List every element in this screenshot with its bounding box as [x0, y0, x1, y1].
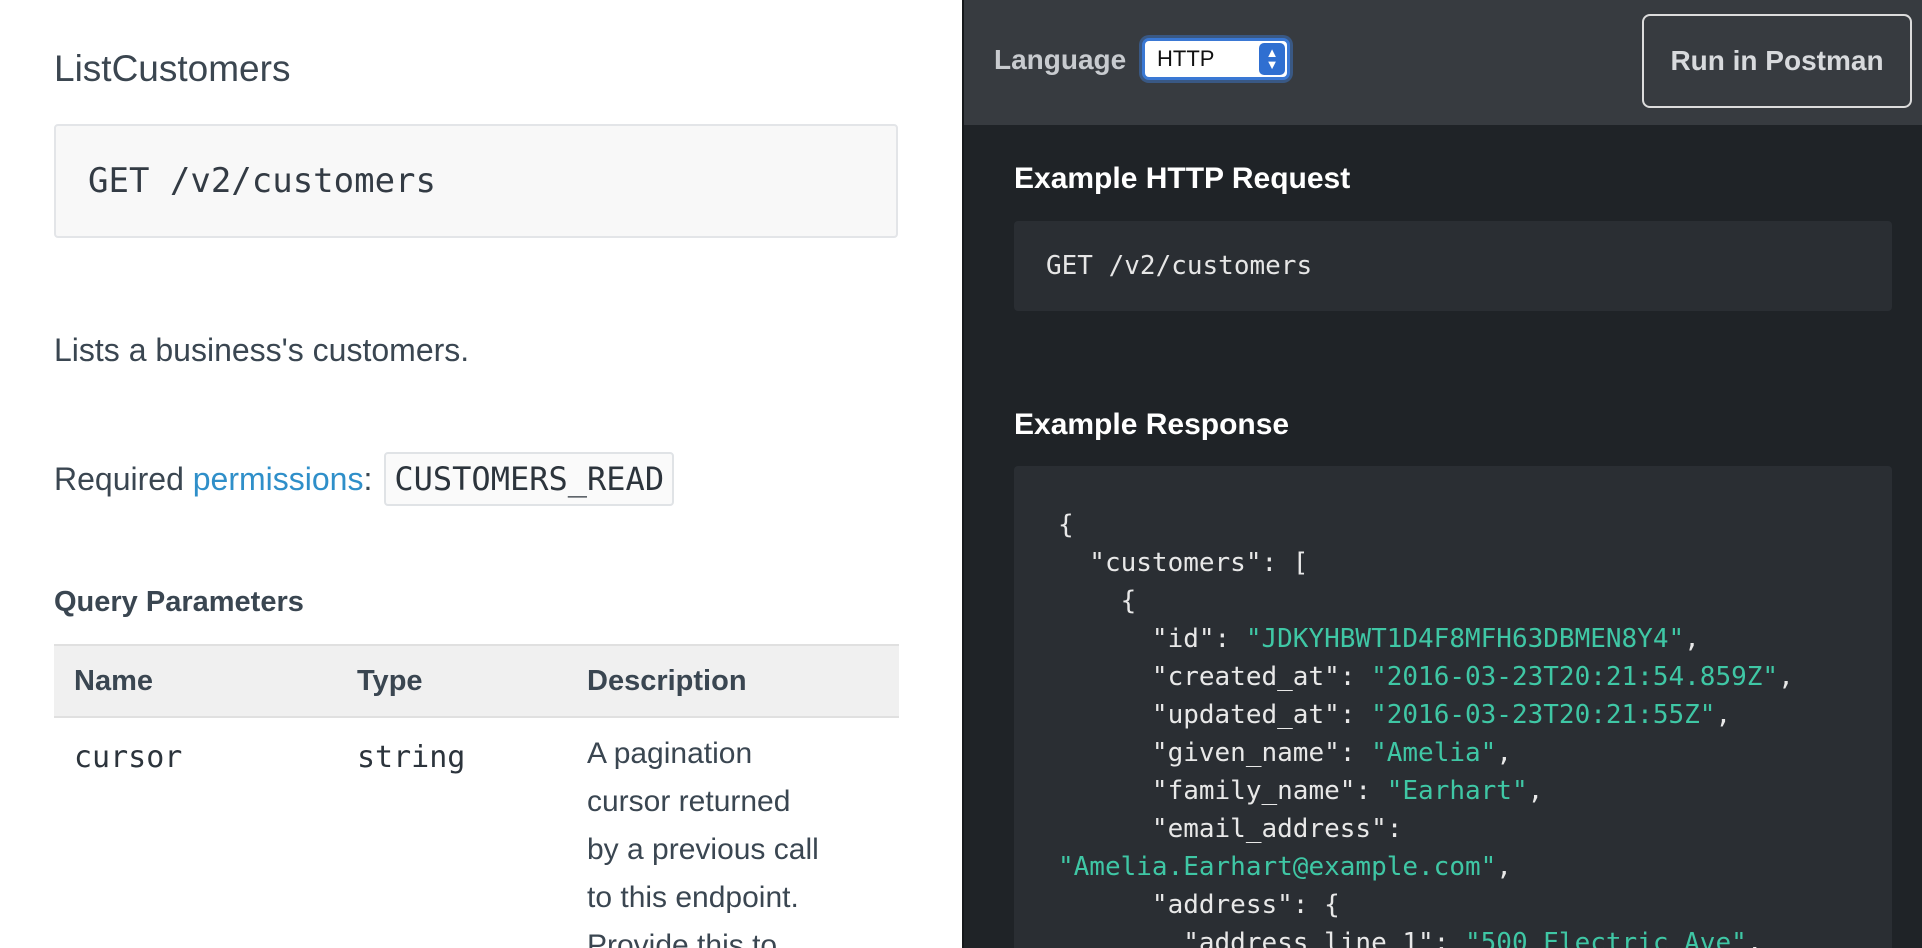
code-key: { — [1058, 586, 1137, 616]
run-in-postman-button[interactable]: Run in Postman — [1642, 14, 1912, 108]
code-line: { — [1058, 506, 1794, 544]
language-label: Language — [994, 44, 1127, 75]
param-description-line: to this endpoint. — [587, 881, 799, 914]
code-key: "address_line_1": — [1058, 928, 1465, 948]
permissions-line: Required permissions : CUSTOMERS_READ — [54, 452, 675, 506]
code-punct: , — [1496, 738, 1512, 768]
endpoint-signature: GET /v2/customers — [88, 161, 436, 201]
code-line: "customers": [ — [1058, 544, 1794, 582]
code-string: "2016-03-23T20:21:54.859Z" — [1371, 662, 1779, 692]
code-punct: , — [1527, 776, 1544, 806]
permissions-link[interactable]: permissions — [193, 461, 364, 498]
examples-toolbar: Language HTTP ▲ ▼ Run in Postman — [964, 0, 1922, 125]
param-description: A pagination cursor returned by a previo… — [567, 717, 899, 948]
example-response-code: { "customers": [ { "id": "JDKYHBWT1D4F8M… — [1058, 506, 1794, 948]
query-parameters-table: Name Type Description cursor string A pa… — [54, 644, 899, 948]
code-line: "id": "JDKYHBWT1D4F8MFH63DBMEN8Y4", — [1058, 620, 1794, 658]
code-string: "2016-03-23T20:21:55Z" — [1371, 700, 1716, 730]
endpoint-signature-box: GET /v2/customers — [54, 124, 898, 238]
code-key: "updated_at": — [1058, 700, 1372, 730]
code-line: "email_address": — [1058, 810, 1794, 848]
column-header-type: Type — [337, 644, 567, 718]
code-line: "address": { — [1058, 886, 1794, 924]
permission-code: CUSTOMERS_READ — [384, 452, 675, 506]
code-punct: , — [1496, 852, 1512, 882]
code-line: "family_name": "Earhart", — [1058, 772, 1794, 810]
example-request-title: Example HTTP Request — [1014, 162, 1351, 195]
example-request-code: GET /v2/customers — [1046, 251, 1313, 281]
examples-pane: Language HTTP ▲ ▼ Run in Postman Example… — [962, 0, 1922, 948]
chevron-down-icon: ▼ — [1265, 57, 1279, 72]
code-line: "created_at": "2016-03-23T20:21:54.859Z"… — [1058, 658, 1794, 696]
language-select[interactable]: HTTP ▲ ▼ — [1142, 38, 1290, 80]
code-line: { — [1058, 582, 1794, 620]
param-type: string — [357, 740, 466, 775]
code-key: "given_name": — [1058, 738, 1372, 768]
code-punct: , — [1684, 624, 1700, 654]
code-string: "JDKYHBWT1D4F8MFH63DBMEN8Y4" — [1245, 624, 1685, 654]
code-line: "given_name": "Amelia", — [1058, 734, 1794, 772]
permissions-colon: : — [363, 460, 373, 497]
code-key: { — [1058, 510, 1074, 540]
code-key: "address": { — [1058, 890, 1340, 920]
param-description-line: A pagination — [587, 737, 753, 770]
code-line: "updated_at": "2016-03-23T20:21:55Z", — [1058, 696, 1794, 734]
code-string: "500 Electric Ave" — [1465, 928, 1747, 948]
table-row: cursor string A pagination cursor return… — [54, 717, 899, 948]
param-description-line: Provide this to — [587, 929, 778, 948]
code-line: "Amelia.Earhart@example.com", — [1058, 848, 1794, 886]
code-punct: , — [1778, 662, 1794, 692]
example-request-box: GET /v2/customers — [1014, 221, 1892, 311]
code-string: "Amelia" — [1371, 738, 1497, 768]
code-key: "family_name": — [1058, 776, 1387, 806]
code-line: "address_line_1": "500 Electric Ave", — [1058, 924, 1794, 948]
code-punct: , — [1746, 928, 1763, 948]
docs-pane: ListCustomers GET /v2/customers Lists a … — [0, 0, 962, 948]
code-key: "created_at": — [1058, 662, 1372, 692]
code-key: "email_address": — [1058, 814, 1403, 844]
select-updown-icon: ▲ ▼ — [1259, 43, 1285, 75]
example-response-title: Example Response — [1014, 408, 1290, 441]
table-header-row: Name Type Description — [54, 644, 899, 718]
permissions-prefix: Required — [54, 460, 193, 497]
code-string: "Amelia.Earhart@example.com" — [1058, 852, 1497, 882]
param-name: cursor — [74, 740, 183, 775]
column-header-name: Name — [54, 644, 337, 718]
code-key: "id": — [1058, 624, 1246, 654]
example-response-box: { "customers": [ { "id": "JDKYHBWT1D4F8M… — [1014, 466, 1892, 948]
query-parameters-heading: Query Parameters — [54, 586, 304, 618]
param-description-line: by a previous call — [587, 833, 819, 866]
endpoint-title: ListCustomers — [54, 48, 291, 89]
code-key: "customers": [ — [1058, 548, 1309, 578]
code-string: "Earhart" — [1386, 776, 1528, 806]
code-punct: , — [1715, 700, 1732, 730]
column-header-description: Description — [567, 644, 899, 718]
endpoint-summary: Lists a business's customers. — [54, 332, 470, 368]
param-description-line: cursor returned — [587, 785, 791, 818]
language-select-value: HTTP — [1157, 46, 1215, 71]
